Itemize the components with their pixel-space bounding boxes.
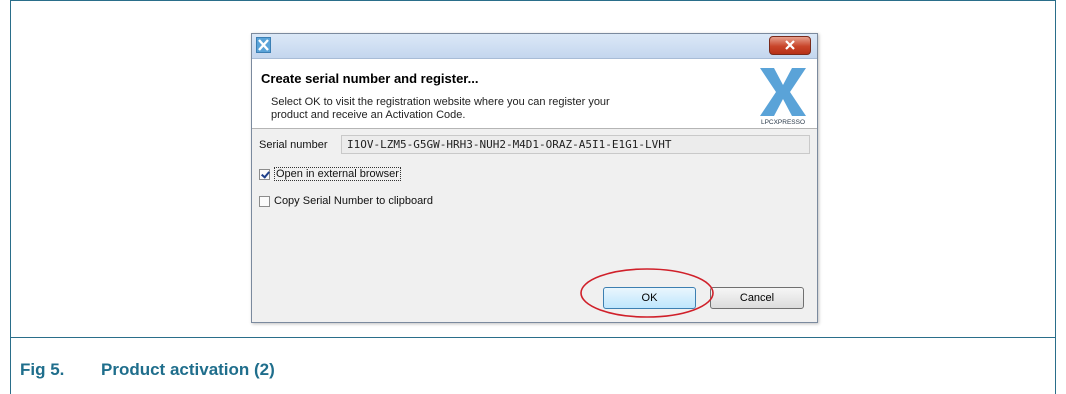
cancel-button[interactable]: Cancel [710, 287, 804, 309]
lpcxpresso-logo: LPCXPRESSO [757, 66, 809, 126]
open-browser-option[interactable]: Open in external browser [259, 166, 401, 182]
copy-serial-label: Copy Serial Number to clipboard [274, 195, 433, 207]
title-bar [252, 34, 817, 59]
figure-frame-right [1055, 0, 1056, 394]
figure-frame-top [10, 0, 1056, 1]
dialog-title: Create serial number and register... [261, 71, 479, 86]
serial-number-field[interactable]: I1OV-LZM5-G5GW-HRH3-NUH2-M4D1-ORAZ-A5I1-… [341, 135, 810, 154]
dialog-description: Select OK to visit the registration webs… [271, 96, 610, 121]
checkbox-unchecked-icon[interactable] [259, 195, 270, 207]
figure-number: Fig 5. [20, 360, 65, 379]
close-button[interactable] [769, 36, 811, 55]
figure-frame-left [10, 0, 11, 394]
figure-title: Product activation (2) [101, 360, 275, 379]
logo-text: LPCXPRESSO [761, 119, 805, 126]
open-browser-label: Open in external browser [274, 167, 401, 181]
dialog-header: Create serial number and register... Sel… [252, 59, 817, 129]
checkbox-checked-icon[interactable] [259, 168, 270, 180]
figure-frame-bottom [10, 337, 1056, 338]
serial-number-label: Serial number [259, 139, 328, 151]
highlight-ellipse [580, 268, 714, 318]
close-icon [785, 40, 795, 50]
figure-caption: Fig 5. Product activation (2) [20, 360, 275, 380]
app-icon [256, 37, 271, 53]
register-dialog: Create serial number and register... Sel… [251, 33, 818, 323]
copy-serial-option[interactable]: Copy Serial Number to clipboard [259, 193, 433, 209]
